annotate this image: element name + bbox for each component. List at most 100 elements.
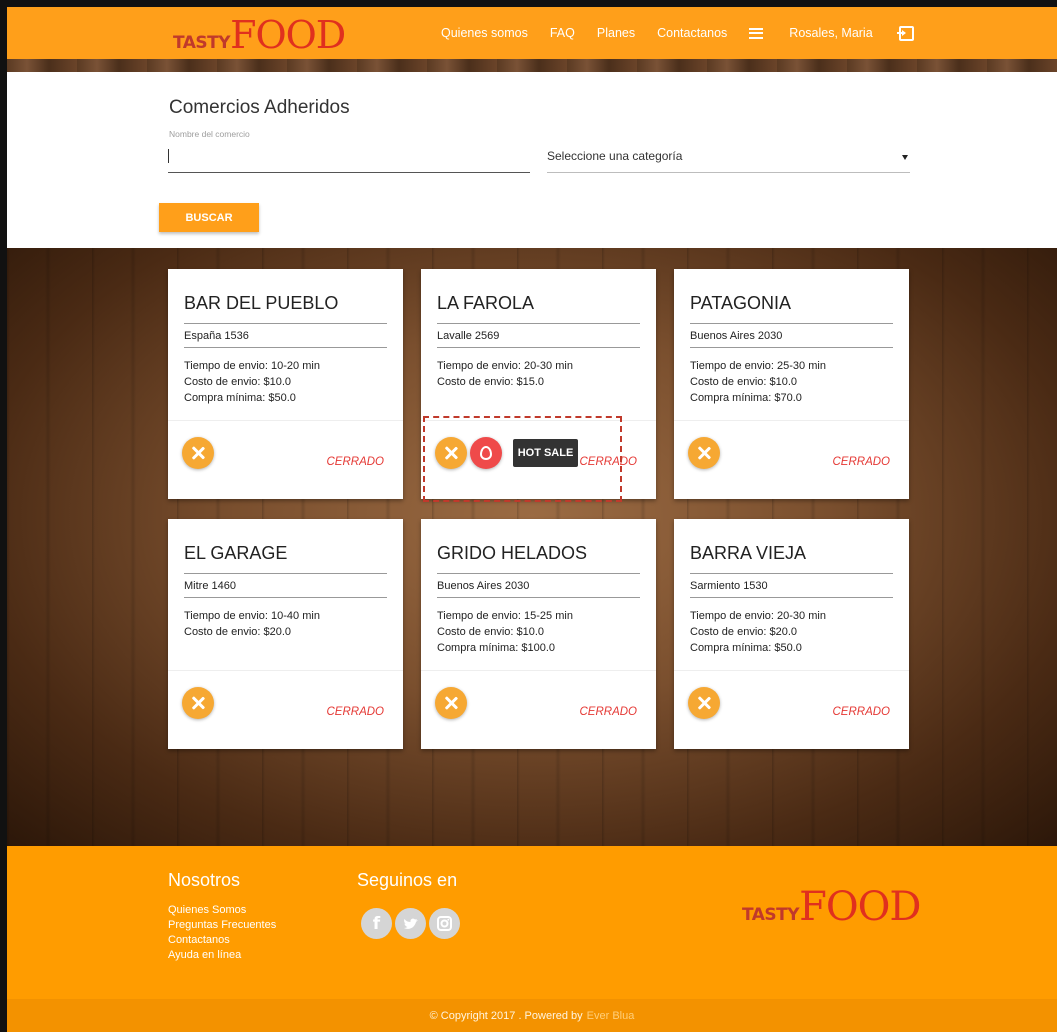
nav-link-contactanos[interactable]: Contactanos [657,26,727,40]
footer: Nosotros Quienes Somos Preguntas Frecuen… [7,846,1057,1032]
category-select-value: Seleccione una categoría [547,149,683,163]
divider [690,323,893,324]
divider [437,573,640,574]
business-info: Tiempo de envio: 25-30 min Costo de envi… [690,358,826,406]
instagram-icon[interactable] [429,908,460,939]
search-button[interactable]: BUSCAR [159,203,259,232]
minimum-purchase: Compra mínima: $100.0 [437,642,555,654]
divider [690,347,893,348]
divider [184,347,387,348]
business-info: Tiempo de envio: 20-30 min Costo de envi… [437,358,573,390]
business-name: GRIDO HELADOS [437,543,588,563]
footer-link-contactanos[interactable]: Contactanos [168,934,230,946]
logo-tasty-text: TASTY [742,905,800,925]
delivery-cost: Costo de envio: $10.0 [437,626,545,638]
nav-links: Quienes somos FAQ Planes Contactanos Ros… [441,7,914,59]
hot-sale-flame-icon[interactable] [470,437,502,469]
divider [437,323,640,324]
fork-knife-icon[interactable] [435,687,467,719]
status-label: CERRADO [326,706,384,718]
logo-food-text: FOOD [230,13,346,57]
delivery-cost: Costo de envio: $20.0 [184,626,292,638]
business-address: España 1536 [184,330,249,342]
business-card[interactable]: BARRA VIEJA Sarmiento 1530 Tiempo de env… [674,519,909,749]
user-name-link[interactable]: Rosales, Maria [789,26,872,40]
footer-link-ayuda-en-linea[interactable]: Ayuda en línea [168,949,241,961]
business-info: Tiempo de envio: 15-25 min Costo de envi… [437,608,573,656]
fork-knife-icon[interactable] [182,687,214,719]
dropdown-arrow-icon [902,155,908,160]
business-card[interactable]: LA FAROLA Lavalle 2569 Tiempo de envio: … [421,269,656,499]
nav-link-faq[interactable]: FAQ [550,26,575,40]
twitter-icon[interactable] [395,908,426,939]
divider [690,573,893,574]
fork-knife-icon[interactable] [688,687,720,719]
footer-tastyfood-logo: TASTY FOOD [742,884,922,930]
card-footer-divider [168,670,403,671]
logo-food-text: FOOD [799,884,921,930]
wood-strip [7,59,1057,72]
delivery-cost: Costo de envio: $10.0 [184,376,292,388]
nav-link-quienes-somos[interactable]: Quienes somos [441,26,528,40]
business-card[interactable]: EL GARAGE Mitre 1460 Tiempo de envio: 10… [168,519,403,749]
business-name: BAR DEL PUEBLO [184,293,339,313]
fork-knife-icon[interactable] [435,437,467,469]
delivery-cost: Costo de envio: $10.0 [690,376,798,388]
delivery-cost: Costo de envio: $20.0 [690,626,798,638]
copyright-text: © Copyright 2017 . Powered by [429,1009,583,1022]
status-label: CERRADO [832,456,890,468]
divider [437,597,640,598]
tastyfood-logo[interactable]: TASTY FOOD [173,13,346,57]
status-label: CERRADO [832,706,890,718]
footer-link-preguntas-frecuentes[interactable]: Preguntas Frecuentes [168,919,276,931]
facebook-icon[interactable]: f [361,908,392,939]
logout-icon[interactable] [896,25,914,41]
divider [184,573,387,574]
status-label: CERRADO [326,456,384,468]
business-address: Sarmiento 1530 [690,580,768,592]
divider [690,597,893,598]
card-footer-divider [168,420,403,421]
search-panel: Comercios Adheridos Nombre del comercio … [7,72,1057,248]
powered-by-link[interactable]: Ever Blua [587,1010,635,1022]
status-label: CERRADO [579,706,637,718]
card-footer-divider [674,420,909,421]
business-name-input[interactable] [168,143,530,173]
top-navbar: TASTY FOOD Quienes somos FAQ Planes Cont… [7,7,1057,59]
business-name: LA FAROLA [437,293,535,313]
text-cursor [168,149,169,163]
divider [184,597,387,598]
status-label: CERRADO [579,456,637,468]
business-card[interactable]: BAR DEL PUEBLO España 1536 Tiempo de env… [168,269,403,499]
business-card[interactable]: GRIDO HELADOS Buenos Aires 2030 Tiempo d… [421,519,656,749]
business-info: Tiempo de envio: 10-20 min Costo de envi… [184,358,320,406]
flame-shape [480,446,492,460]
business-info: Tiempo de envio: 10-40 min Costo de envi… [184,608,320,640]
business-name: BARRA VIEJA [690,543,807,563]
hot-sale-tooltip: HOT SALE [513,439,578,467]
delivery-time: Tiempo de envio: 25-30 min [690,360,826,372]
business-address: Buenos Aires 2030 [437,580,530,592]
fork-knife-icon[interactable] [688,437,720,469]
delivery-cost: Costo de envio: $15.0 [437,376,545,388]
hamburger-menu-icon[interactable] [749,27,764,39]
delivery-time: Tiempo de envio: 15-25 min [437,610,573,622]
footer-link-quienes-somos[interactable]: Quienes Somos [168,904,246,916]
card-footer-divider [421,420,656,421]
nav-link-planes[interactable]: Planes [597,26,635,40]
fork-knife-icon[interactable] [182,437,214,469]
business-info: Tiempo de envio: 20-30 min Costo de envi… [690,608,826,656]
minimum-purchase: Compra mínima: $70.0 [690,392,802,404]
divider [184,323,387,324]
category-select[interactable]: Seleccione una categoría [547,142,910,173]
card-footer-divider [674,670,909,671]
business-name: EL GARAGE [184,543,288,563]
delivery-time: Tiempo de envio: 20-30 min [690,610,826,622]
divider [437,347,640,348]
business-card[interactable]: PATAGONIA Buenos Aires 2030 Tiempo de en… [674,269,909,499]
copyright-bar: © Copyright 2017 . Powered by Ever Blua [7,999,1057,1032]
name-field-label: Nombre del comercio [169,129,250,139]
minimum-purchase: Compra mínima: $50.0 [690,642,802,654]
minimum-purchase: Compra mínima: $50.0 [184,392,296,404]
footer-seguinos-title: Seguinos en [357,870,458,890]
